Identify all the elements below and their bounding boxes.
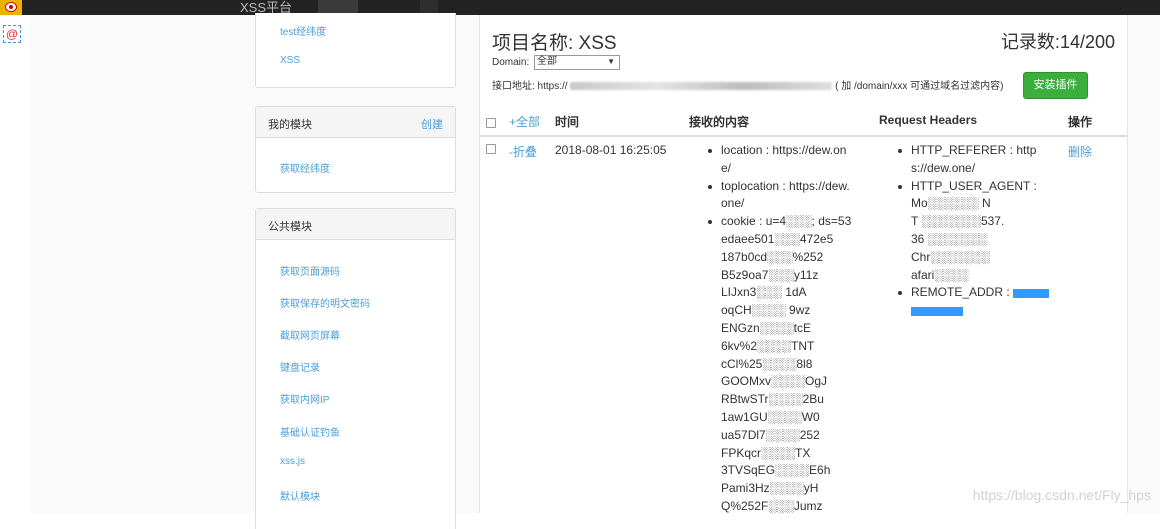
sidebar-item-screenshot[interactable]: 截取网页屏幕	[280, 327, 340, 342]
chevron-down-icon: ▼	[607, 57, 616, 66]
sidebar-item-default-module[interactable]: 默认模块	[280, 488, 320, 503]
remote-addr-selected-redacted	[1013, 288, 1050, 298]
sidebar-item-get-geolocation[interactable]: 获取经纬度	[280, 160, 330, 175]
main-content: 项目名称: XSS 记录数:14/200 Domain: 全部 ▼ 接口地址: …	[479, 15, 1128, 513]
header-item-user-agent: HTTP_USER_AGENT : Mo░░░░░░ N T ░░░░░░░53…	[897, 178, 1067, 285]
install-plugin-button[interactable]: 安装插件	[1023, 72, 1088, 99]
collapse-toggle[interactable]: -折叠	[509, 143, 537, 160]
my-modules-panel: 我的模块 创建 获取经纬度	[255, 106, 456, 193]
api-url-row: 接口地址: https:// ( 加 /domain/xxx 可通过域名过滤内容…	[492, 77, 1004, 92]
row-time: 2018-08-01 16:25:05	[555, 143, 667, 157]
header-item-remote-addr: REMOTE_ADDR :	[897, 284, 1067, 320]
expand-all-link[interactable]: +全部	[509, 113, 540, 130]
api-url-redacted	[570, 82, 833, 91]
project-list-panel: test经纬度 XSS	[255, 13, 456, 88]
content-item-location: location : https://dew.on e/	[707, 142, 877, 178]
my-modules-title: 我的模块	[268, 119, 312, 131]
content-item-cookie: cookie : u=4░░░; ds=53 edaee501░░░472e5 …	[707, 213, 877, 516]
content-list: location : https://dew.on e/ toplocation…	[707, 142, 877, 516]
delete-link[interactable]: 删除	[1068, 143, 1092, 160]
domain-select[interactable]: 全部 ▼	[534, 55, 621, 70]
api-hint: ( 加 /domain/xxx 可通过域名过滤内容)	[835, 81, 1004, 92]
record-count: 记录数:14/200	[1000, 32, 1115, 52]
domain-filter-row: Domain: 全部 ▼	[492, 55, 621, 70]
sidebar-item-keylogger[interactable]: 键盘记录	[280, 359, 320, 374]
request-headers-list: HTTP_REFERER : http s://dew.one/ HTTP_US…	[897, 142, 1067, 320]
header-item-referer: HTTP_REFERER : http s://dew.one/	[897, 142, 1067, 178]
sidebar-item-basic-auth-phishing[interactable]: 基础认证钓鱼	[280, 424, 340, 439]
public-modules-header: 公共模块	[256, 209, 455, 240]
content-item-toplocation: toplocation : https://dew. one/	[707, 178, 877, 214]
sidebar-item-xss-js[interactable]: xss.js	[280, 456, 305, 467]
sidebar-project-xss[interactable]: XSS	[280, 55, 300, 66]
at-sign-extension-icon[interactable]: @	[3, 25, 21, 43]
column-header-time: 时间	[555, 115, 580, 129]
remote-addr-selected-redacted-2	[911, 306, 963, 316]
public-modules-panel: 公共模块 获取页面源码 获取保存的明文密码 截取网页屏幕 键盘记录 获取内网IP…	[255, 208, 456, 529]
watermark: https://blog.csdn.net/Fly_hps	[972, 487, 1151, 503]
my-modules-header: 我的模块 创建	[256, 107, 455, 138]
sidebar-project-test-jingweidu[interactable]: test经纬度	[280, 23, 326, 38]
column-header-request-headers: Request Headers	[879, 113, 978, 127]
table-header: +全部 时间 接收的内容 Request Headers 操作	[480, 107, 1127, 137]
eye-extension-icon[interactable]	[0, 0, 22, 15]
select-all-checkbox[interactable]	[486, 118, 496, 128]
sidebar-item-get-intranet-ip[interactable]: 获取内网IP	[280, 391, 329, 406]
sidebar-item-get-page-source[interactable]: 获取页面源码	[280, 263, 340, 278]
sidebar-item-get-saved-passwords[interactable]: 获取保存的明文密码	[280, 295, 370, 310]
column-header-actions: 操作	[1068, 115, 1093, 129]
api-label: 接口地址: https://	[492, 81, 568, 92]
public-modules-title: 公共模块	[268, 221, 312, 233]
create-module-link[interactable]: 创建	[421, 116, 443, 132]
domain-selected-value: 全部	[537, 56, 558, 67]
row-checkbox[interactable]	[486, 144, 496, 154]
top-bar: XSS平台	[0, 0, 1160, 15]
column-header-content: 接收的内容	[689, 115, 750, 129]
domain-label: Domain:	[492, 57, 530, 69]
project-title: 项目名称: XSS	[492, 33, 617, 54]
